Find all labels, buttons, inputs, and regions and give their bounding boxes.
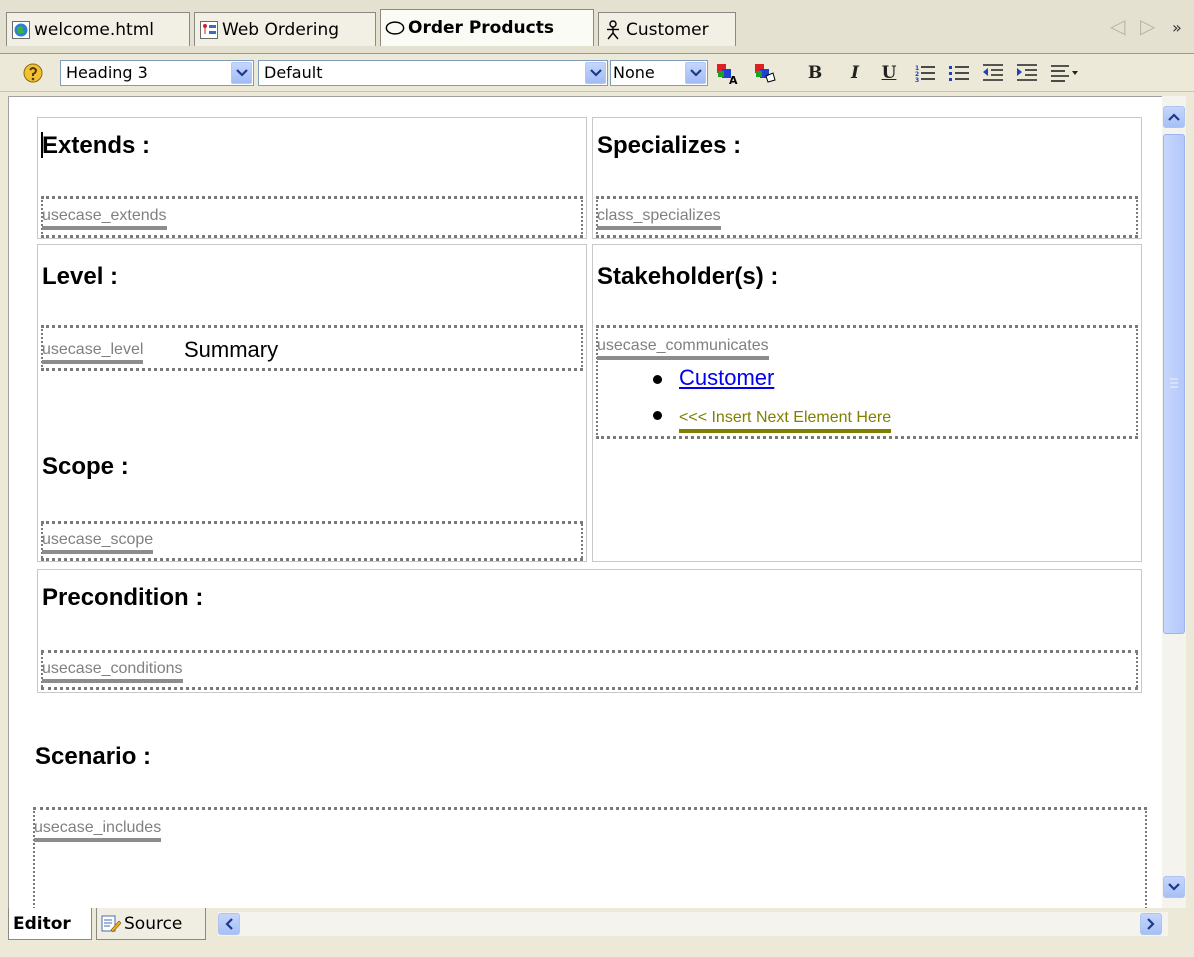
precondition-cell: Precondition : usecase_conditions	[37, 569, 1142, 693]
formatting-toolbar: Heading 3 Default None A B I U 123	[0, 54, 1194, 92]
extends-tag[interactable]: usecase_extends	[42, 207, 167, 230]
stakeholders-heading: Stakeholder(s) :	[597, 263, 779, 290]
indent-icon[interactable]	[1014, 60, 1040, 86]
bold-button[interactable]: B	[802, 60, 828, 86]
text-color-icon[interactable]: A	[714, 60, 740, 86]
tab-label: Order Products	[408, 18, 554, 38]
stakeholder-link-customer[interactable]: Customer	[679, 365, 774, 391]
scroll-right-icon[interactable]	[1140, 913, 1162, 935]
vertical-scroll-thumb[interactable]	[1163, 134, 1185, 634]
scope-tag[interactable]: usecase_scope	[42, 531, 154, 554]
scroll-left-icon[interactable]	[218, 913, 240, 935]
globe-icon	[11, 20, 31, 40]
specializes-tag[interactable]: class_specializes	[597, 207, 721, 230]
precondition-region[interactable]	[41, 650, 1138, 690]
specializes-cell: Specializes : class_specializes	[592, 117, 1142, 239]
tab-label: welcome.html	[34, 19, 154, 40]
help-wizard-icon[interactable]	[20, 60, 46, 86]
paragraph-style-value: Heading 3	[66, 63, 148, 82]
tab-source[interactable]: Source	[96, 908, 206, 940]
vertical-scrollbar[interactable]	[1162, 96, 1186, 908]
usecase-ellipse-icon	[385, 18, 405, 38]
diagram-icon	[199, 20, 219, 40]
tab-label: Web Ordering	[222, 19, 340, 40]
align-dropdown-icon[interactable]	[1048, 60, 1082, 86]
font-size-select[interactable]: None	[610, 60, 708, 86]
html-editor-canvas[interactable]: Extends : usecase_extends Specializes : …	[8, 96, 1162, 908]
tab-overflow-chevron-icon[interactable]: »	[1172, 18, 1182, 37]
bold-label: B	[807, 63, 823, 83]
bulleted-list-icon[interactable]	[946, 60, 972, 86]
actor-icon	[603, 19, 623, 40]
background-color-icon[interactable]	[752, 60, 778, 86]
underline-label: U	[881, 63, 897, 83]
scope-heading: Scope :	[42, 453, 129, 480]
svg-text:A: A	[729, 74, 738, 85]
scenario-heading: Scenario :	[35, 743, 152, 770]
editor-tab-strip: welcome.html Web Ordering Order Products…	[0, 0, 1194, 54]
paragraph-style-select[interactable]: Heading 3	[60, 60, 254, 86]
underline-button[interactable]: U	[876, 60, 902, 86]
tab-source-label: Source	[124, 913, 183, 934]
list-bullet	[653, 375, 662, 384]
level-scope-cell: Level : usecase_level Summary Scope : us…	[37, 244, 587, 562]
tab-welcome-html[interactable]: welcome.html	[6, 12, 190, 46]
editor-mode-tabs: Editor Source	[8, 908, 1186, 942]
level-tag[interactable]: usecase_level	[42, 341, 144, 364]
specializes-heading: Specializes :	[597, 132, 742, 159]
font-size-value: None	[613, 63, 655, 82]
stakeholders-tag[interactable]: usecase_communicates	[597, 337, 769, 360]
tab-label: Customer	[626, 19, 709, 40]
chevron-down-icon[interactable]	[231, 62, 252, 84]
extends-heading: Extends :	[42, 132, 151, 159]
source-edit-icon	[101, 915, 121, 933]
numbered-list-icon[interactable]: 123	[912, 60, 938, 86]
scroll-tabs-right-icon[interactable]: ▷	[1140, 14, 1155, 38]
horizontal-scrollbar[interactable]	[218, 912, 1168, 936]
stakeholders-cell: Stakeholder(s) : usecase_communicates Cu…	[592, 244, 1142, 562]
tab-editor[interactable]: Editor	[8, 908, 92, 940]
tab-web-ordering[interactable]: Web Ordering	[194, 12, 376, 46]
level-heading: Level :	[42, 263, 119, 290]
scenario-region[interactable]	[33, 807, 1147, 908]
level-value[interactable]: Summary	[184, 337, 278, 363]
scenario-tag[interactable]: usecase_includes	[34, 819, 162, 842]
font-select[interactable]: Default	[258, 60, 608, 86]
precondition-heading: Precondition :	[42, 584, 204, 611]
tab-customer[interactable]: Customer	[598, 12, 736, 46]
font-value: Default	[264, 63, 323, 82]
list-bullet	[653, 411, 662, 420]
precondition-tag[interactable]: usecase_conditions	[42, 660, 183, 683]
chevron-down-icon[interactable]	[585, 62, 606, 84]
tab-order-products[interactable]: Order Products	[380, 9, 594, 46]
tab-editor-label: Editor	[13, 913, 71, 934]
outdent-icon[interactable]	[980, 60, 1006, 86]
scroll-tabs-left-icon[interactable]: ◁	[1110, 14, 1125, 38]
insert-next-element-placeholder[interactable]: <<< Insert Next Element Here	[679, 409, 892, 433]
italic-button[interactable]: I	[842, 60, 868, 86]
svg-text:3: 3	[915, 77, 919, 83]
chevron-down-icon[interactable]	[685, 62, 706, 84]
scroll-up-icon[interactable]	[1163, 106, 1185, 128]
extends-cell: Extends : usecase_extends	[37, 117, 587, 239]
italic-label: I	[851, 63, 859, 83]
scroll-down-icon[interactable]	[1163, 876, 1185, 898]
